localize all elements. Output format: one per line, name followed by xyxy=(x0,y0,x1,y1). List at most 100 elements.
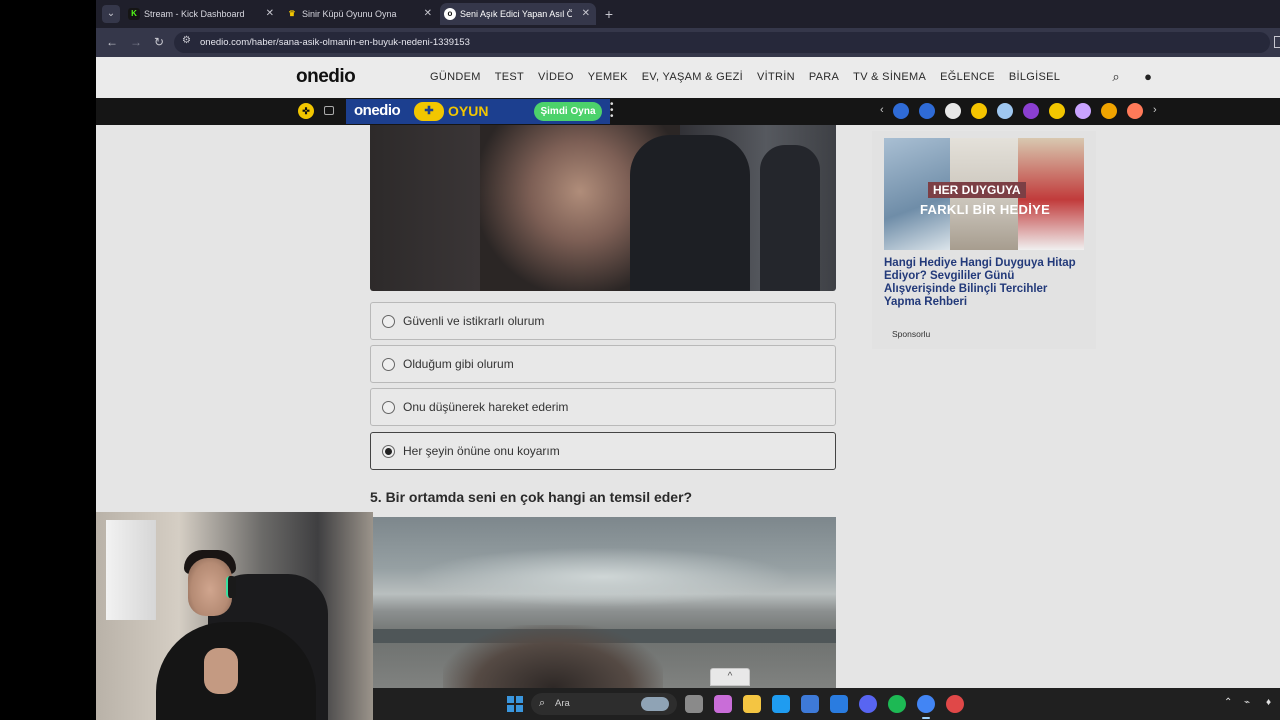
radio-button[interactable] xyxy=(382,358,395,371)
tab-title: Sinir Küpü Oyunu Oyna xyxy=(302,9,397,19)
question-image xyxy=(373,517,836,688)
screen-icon[interactable] xyxy=(324,106,334,115)
edge-icon[interactable] xyxy=(772,695,790,713)
tab-title: Seni Aşık Edici Yapan Asıl Özelliğ xyxy=(460,9,572,19)
ad-image-text-1: HER DUYGUYA xyxy=(928,182,1026,198)
answer-option-selected[interactable]: Her şeyin önüne onu koyarım xyxy=(370,432,836,470)
nav-item-bilgisel[interactable]: BİLGİSEL xyxy=(1009,71,1060,83)
reload-icon[interactable]: ↻ xyxy=(151,34,167,50)
new-tab-button[interactable]: + xyxy=(600,5,618,23)
ad-image[interactable]: HER DUYGUYA FARKLI BİR HEDİYE xyxy=(884,138,1084,250)
microphone-icon[interactable]: ♦ xyxy=(1266,697,1271,708)
answer-label: Her şeyin önüne onu koyarım xyxy=(403,444,560,458)
question-image xyxy=(370,125,836,291)
site-logo[interactable]: onedio xyxy=(296,66,356,88)
game-shortcut-icon[interactable] xyxy=(1101,103,1117,119)
play-now-button[interactable]: Şimdi Oyna xyxy=(534,102,602,121)
nav-item-video[interactable]: VİDEO xyxy=(538,71,574,83)
game-banner-logo: onedio xyxy=(354,102,401,119)
radio-button-checked[interactable] xyxy=(382,445,395,458)
game-shortcut-icon[interactable] xyxy=(1023,103,1039,119)
tab-search-button[interactable]: ⌄ xyxy=(102,5,120,23)
more-icon[interactable]: • • • xyxy=(610,100,614,122)
address-bar[interactable]: ⚙ onedio.com/haber/sana-asik-olmanin-en-… xyxy=(174,32,1270,53)
side-panel-icon[interactable] xyxy=(1274,36,1280,48)
mail-icon[interactable] xyxy=(830,695,848,713)
answer-option[interactable]: Olduğum gibi olurum xyxy=(370,345,836,383)
answer-label: Onu düşünerek hareket ederim xyxy=(403,400,569,414)
nav-item-para[interactable]: PARA xyxy=(809,71,839,83)
game-shortcut-icon[interactable] xyxy=(1049,103,1065,119)
radio-button[interactable] xyxy=(382,401,395,414)
tab-sinir-kupu[interactable]: ♛ Sinir Küpü Oyunu Oyna ✕ xyxy=(282,3,438,25)
answer-option[interactable]: Onu düşünerek hareket ederim xyxy=(370,388,836,426)
nav-item-tv-sinema[interactable]: TV & SİNEMA xyxy=(853,71,926,83)
forward-icon[interactable]: → xyxy=(128,34,144,50)
screen: ⌄ K Stream - Kick Dashboard ✕ ♛ Sinir Kü… xyxy=(0,0,1280,720)
main-nav: GÜNDEM TEST VİDEO YEMEK EV, YAŞAM & GEZİ… xyxy=(430,71,1074,83)
webcam-overlay xyxy=(96,512,373,720)
scroll-top-button[interactable]: ^ xyxy=(710,668,750,686)
close-icon[interactable]: ✕ xyxy=(582,3,590,25)
site-header: onedio GÜNDEM TEST VİDEO YEMEK EV, YAŞAM… xyxy=(96,57,1280,98)
task-view-icon[interactable] xyxy=(685,695,703,713)
game-shortcut-icon[interactable] xyxy=(945,103,961,119)
taskbar-search-placeholder: Ara xyxy=(555,698,570,709)
user-icon[interactable]: ● xyxy=(1140,69,1156,85)
tab-onedio[interactable]: o Seni Aşık Edici Yapan Asıl Özelliğ ✕ xyxy=(440,3,596,25)
network-icon[interactable]: ⌁ xyxy=(1244,697,1250,708)
nav-item-ev-yasam-gezi[interactable]: EV, YAŞAM & GEZİ xyxy=(642,71,743,83)
close-icon[interactable]: ✕ xyxy=(266,3,274,25)
spotify-icon[interactable] xyxy=(888,695,906,713)
close-icon[interactable]: ✕ xyxy=(424,3,432,25)
sponsored-card[interactable]: HER DUYGUYA FARKLI BİR HEDİYE Hangi Hedi… xyxy=(872,131,1096,349)
game-shortcut-icon[interactable] xyxy=(1075,103,1091,119)
kick-icon: K xyxy=(128,8,140,20)
game-shortcut-icon[interactable] xyxy=(893,103,909,119)
game-shortcut-icon[interactable] xyxy=(1127,103,1143,119)
taskbar: ⌕ Ara ⌃ ⌁ ♦ xyxy=(373,688,1280,720)
sponsored-label: Sponsorlu xyxy=(892,329,931,339)
chevron-right-icon[interactable]: › xyxy=(1153,104,1157,116)
ad-image-text-2: FARKLI BİR HEDİYE xyxy=(920,202,1051,217)
tab-title: Stream - Kick Dashboard xyxy=(144,9,245,19)
nav-item-eglence[interactable]: EĞLENCE xyxy=(940,71,995,83)
nav-item-gundem[interactable]: GÜNDEM xyxy=(430,71,481,83)
radio-button[interactable] xyxy=(382,315,395,328)
store-icon[interactable] xyxy=(801,695,819,713)
game-controller-icon[interactable]: ✜ xyxy=(298,103,314,119)
game-banner[interactable]: onedio ✚ OYUN Şimdi Oyna xyxy=(346,99,610,124)
copilot-icon[interactable] xyxy=(714,695,732,713)
file-explorer-icon[interactable] xyxy=(743,695,761,713)
onedio-icon: o xyxy=(444,8,456,20)
nav-item-vitrin[interactable]: VİTRİN xyxy=(757,71,795,83)
game-shortcut-icon[interactable] xyxy=(971,103,987,119)
answer-label: Güvenli ve istikrarlı olurum xyxy=(403,314,545,328)
headset-icon xyxy=(226,576,236,598)
tab-kick[interactable]: K Stream - Kick Dashboard ✕ xyxy=(124,3,280,25)
trophy-icon: ♛ xyxy=(288,9,296,18)
game-shortcut-icon[interactable] xyxy=(997,103,1013,119)
ad-title[interactable]: Hangi Hediye Hangi Duyguya Hitap Ediyor?… xyxy=(884,257,1080,309)
back-icon[interactable]: ← xyxy=(104,34,120,50)
search-icon[interactable]: ⌕ xyxy=(1108,69,1124,85)
start-button[interactable] xyxy=(507,696,523,712)
tab-bar: ⌄ K Stream - Kick Dashboard ✕ ♛ Sinir Kü… xyxy=(96,0,1280,28)
chrome-icon[interactable] xyxy=(917,695,935,719)
site-info-icon[interactable]: ⚙ xyxy=(182,35,191,46)
nav-item-test[interactable]: TEST xyxy=(495,71,524,83)
nav-item-yemek[interactable]: YEMEK xyxy=(588,71,628,83)
chevron-left-icon[interactable]: ‹ xyxy=(880,104,884,116)
chevron-up-icon[interactable]: ⌃ xyxy=(1224,697,1232,708)
weather-icon xyxy=(641,697,669,711)
discord-icon[interactable] xyxy=(859,695,877,713)
recorder-icon[interactable] xyxy=(946,695,964,713)
search-icon: ⌕ xyxy=(539,697,546,709)
game-banner-label: OYUN xyxy=(448,103,489,119)
question-title: 5. Bir ortamda seni en çok hangi an tems… xyxy=(370,489,693,505)
answer-option[interactable]: Güvenli ve istikrarlı olurum xyxy=(370,302,836,340)
taskbar-search[interactable]: ⌕ Ara xyxy=(531,693,677,715)
game-shortcut-icon[interactable] xyxy=(919,103,935,119)
url-text: onedio.com/haber/sana-asik-olmanin-en-bu… xyxy=(200,37,470,48)
game-bar: ✜ onedio ✚ OYUN Şimdi Oyna • • • ‹ › xyxy=(96,98,1280,125)
